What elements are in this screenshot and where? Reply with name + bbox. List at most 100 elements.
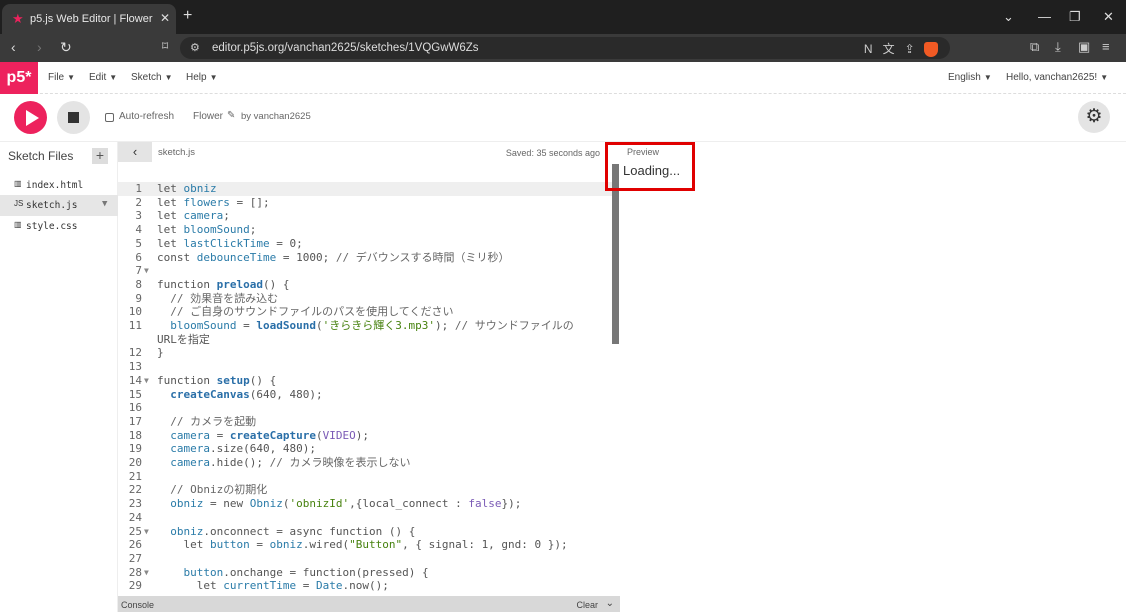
sketch-name[interactable]: Flower <box>193 111 223 122</box>
bookmark-icon[interactable]: ⌑ <box>162 39 168 53</box>
stop-button[interactable] <box>57 101 90 134</box>
translate-icon[interactable]: 文 <box>883 42 895 56</box>
browser-menu-icon[interactable]: ≡ <box>1102 39 1110 54</box>
tab-close-icon[interactable]: ✕ <box>160 11 170 25</box>
p5-logo[interactable]: p5* <box>0 62 38 94</box>
code-line[interactable]: 29 let currentTime = Date.now(); <box>118 579 613 593</box>
auto-refresh-label[interactable]: Auto-refresh <box>119 111 174 122</box>
console-clear-button[interactable]: Clear <box>576 600 598 610</box>
fold-arrow-icon[interactable]: ▼ <box>144 525 149 539</box>
sidebar-toggle-icon[interactable]: ▣ <box>1078 39 1090 55</box>
code-line[interactable]: 3 let camera; <box>118 209 613 223</box>
download-icon[interactable]: ⤓ <box>1055 39 1061 55</box>
code-line[interactable]: URLを指定 <box>118 333 613 347</box>
code-line[interactable]: 25 ▼ obniz.onconnect = async function () … <box>118 525 613 539</box>
code-line[interactable]: 28 ▼ button.onchange = function(pressed) … <box>118 566 613 580</box>
code-line[interactable]: 19 camera.size(640, 480); <box>118 442 613 456</box>
chevron-down-icon[interactable]: ⌄ <box>606 598 614 609</box>
minimize-icon[interactable]: — <box>1038 9 1051 24</box>
fold-arrow-icon[interactable]: ▼ <box>144 566 149 580</box>
code-line[interactable]: 7 ▼ <box>118 264 613 278</box>
file-name: index.html <box>26 180 84 191</box>
code-line[interactable]: 18 camera = createCapture(VIDEO); <box>118 429 613 443</box>
code-line[interactable]: 17 // カメラを起動 <box>118 415 613 429</box>
fold-arrow-icon[interactable]: ▼ <box>144 264 149 278</box>
code-line[interactable]: 8 function preload() { <box>118 278 613 292</box>
code-line[interactable]: 10 // ご自身のサウンドファイルのパスを使用してください <box>118 305 613 319</box>
new-tab-icon[interactable]: + <box>183 7 192 25</box>
settings-button[interactable]: ⚙ <box>1078 101 1110 133</box>
line-number: 22 <box>128 483 142 497</box>
code-editor[interactable]: 1 let obniz 2 let flowers = []; 3 let camera;… <box>118 164 620 594</box>
line-number: 28 <box>128 565 142 579</box>
code-line[interactable]: 24 <box>118 511 613 525</box>
code-line[interactable]: 23 obniz = new Obniz('obnizId',{local_co… <box>118 497 613 511</box>
chevron-down-icon: ▼ <box>164 73 173 82</box>
pencil-icon[interactable]: ✎ <box>227 110 235 121</box>
share-icon[interactable]: ⇪ <box>905 42 915 56</box>
sidebar-title: Sketch Files <box>8 149 74 163</box>
tab-list-chevron-icon[interactable]: ⌄ <box>1003 9 1014 25</box>
file-item-index-html[interactable]: ▥ index.html <box>0 175 118 196</box>
code-text: let currentTime = Date.now(); <box>196 579 389 593</box>
code-line[interactable]: 2 let flowers = []; <box>118 196 613 210</box>
forward-icon[interactable]: › <box>37 39 42 55</box>
gear-icon: ⚙ <box>1085 106 1103 127</box>
reload-icon[interactable]: ↻ <box>60 39 72 56</box>
maximize-icon[interactable]: ❐ <box>1069 9 1081 25</box>
add-file-button[interactable]: + <box>92 148 108 164</box>
auto-refresh-checkbox[interactable] <box>105 113 114 122</box>
menu-sketch[interactable]: Sketch ▼ <box>131 72 173 83</box>
editor-file-tab: sketch.js <box>158 147 195 158</box>
file-item-sketch-js[interactable]: JS sketch.js ▼ <box>0 195 118 216</box>
sketch-files-sidebar: Sketch Files + ▥ index.html JS sketch.js… <box>0 142 118 612</box>
close-window-icon[interactable]: ✕ <box>1103 9 1114 25</box>
code-line[interactable]: 6 const debounceTime = 1000; // デバウンスする時間… <box>118 251 613 265</box>
code-line[interactable]: 22 // Obnizの初期化 <box>118 483 613 497</box>
code-line[interactable]: 11 bloomSound = loadSound('きらきら輝く3.mp3')… <box>118 319 613 333</box>
url-text: editor.p5js.org/vanchan2625/sketches/1VQ… <box>212 42 479 54</box>
menu-file[interactable]: File ▼ <box>48 72 75 83</box>
code-line[interactable]: 12} <box>118 346 613 360</box>
line-number: 3 <box>135 209 142 223</box>
line-number: 25 <box>128 524 142 538</box>
menu-edit[interactable]: Edit ▼ <box>89 72 117 83</box>
code-line[interactable]: 20 camera.hide(); // カメラ映像を表示しない <box>118 456 613 470</box>
language-menu[interactable]: English ▼ <box>948 72 992 83</box>
code-line[interactable]: 15 createCanvas(640, 480); <box>118 388 613 402</box>
back-icon[interactable]: ‹ <box>11 39 16 55</box>
extensions-icon[interactable]: ⧉ <box>1030 39 1039 55</box>
editor-scrollbar[interactable] <box>612 164 619 344</box>
url-field[interactable]: ⚙ editor.p5js.org/vanchan2625/sketches/1… <box>180 37 950 59</box>
code-line[interactable]: 1 let obniz <box>118 182 613 196</box>
user-menu[interactable]: Hello, vanchan2625! ▼ <box>1006 72 1108 83</box>
collapse-sidebar-button[interactable]: ‹ <box>118 142 152 162</box>
code-text: // 効果音を読み込む <box>170 291 279 305</box>
code-line[interactable]: 4 let bloomSound; <box>118 223 613 237</box>
code-line[interactable]: 26 let button = obniz.wired("Button", { … <box>118 538 613 552</box>
p5-nav-bar: p5* File ▼ Edit ▼ Sketch ▼ Help ▼ English ▼ H… <box>0 62 1126 94</box>
menu-help[interactable]: Help ▼ <box>186 72 218 83</box>
code-line[interactable]: 27 <box>118 552 613 566</box>
code-text: let lastClickTime = 0; <box>157 236 303 250</box>
code-line[interactable]: 13 <box>118 360 613 374</box>
code-line[interactable]: 9 // 効果音を読み込む <box>118 292 613 306</box>
line-number: 2 <box>135 195 142 209</box>
code-text: // カメラを起動 <box>170 414 257 428</box>
play-button[interactable] <box>14 101 47 134</box>
code-line[interactable]: 14 ▼ function setup() { <box>118 374 613 388</box>
code-line[interactable]: 16 <box>118 401 613 415</box>
brave-shield-icon[interactable] <box>924 42 938 58</box>
reader-icon[interactable]: Ν <box>864 42 873 56</box>
code-line[interactable]: 21 <box>118 470 613 484</box>
site-settings-icon[interactable]: ⚙ <box>190 41 200 54</box>
menu-sketch-label: Sketch <box>131 72 162 83</box>
code-text: let flowers = []; <box>157 195 270 209</box>
file-item-style-css[interactable]: ▥ style.css <box>0 216 118 237</box>
line-number: 19 <box>128 442 142 456</box>
browser-tab[interactable]: ★ p5.js Web Editor | Flower ✕ <box>2 4 176 34</box>
file-options-chevron-icon[interactable]: ▼ <box>102 199 107 209</box>
code-line[interactable]: 5 let lastClickTime = 0; <box>118 237 613 251</box>
fold-arrow-icon[interactable]: ▼ <box>144 374 149 388</box>
file-icon: ▥ <box>14 220 22 229</box>
